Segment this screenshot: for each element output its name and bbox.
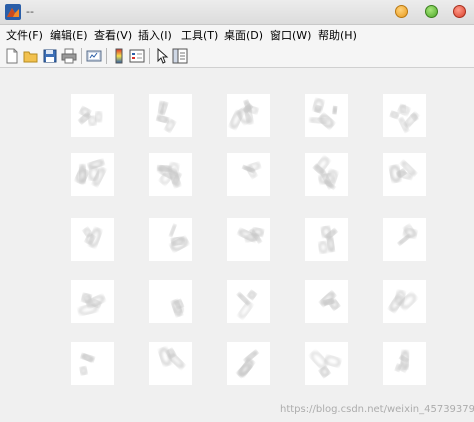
menu-window[interactable]: 窗口(W) — [270, 27, 311, 43]
image-tile — [227, 280, 270, 323]
close-button[interactable] — [453, 5, 466, 18]
image-tile — [71, 218, 114, 261]
image-tile — [227, 153, 270, 196]
property-editor-icon[interactable] — [171, 47, 189, 65]
menu-bar: 文件(F) 编辑(E) 查看(V) 插入(I) 工具(T) 桌面(D) 窗口(W… — [0, 25, 474, 44]
print-icon[interactable] — [60, 47, 78, 65]
toolbar-separator — [81, 48, 82, 64]
new-file-icon[interactable] — [3, 47, 21, 65]
image-tile — [305, 218, 348, 261]
menu-edit[interactable]: 编辑(E) — [50, 27, 88, 43]
image-tile — [149, 94, 192, 137]
image-tile — [149, 342, 192, 385]
toolbar — [0, 44, 474, 68]
image-tile — [305, 153, 348, 196]
link-figure-icon[interactable] — [85, 47, 103, 65]
menu-file[interactable]: 文件(F) — [6, 27, 43, 43]
image-tile — [149, 153, 192, 196]
image-tile — [149, 218, 192, 261]
menu-help[interactable]: 帮助(H) — [318, 27, 357, 43]
legend-icon[interactable] — [128, 47, 146, 65]
figure-window: -- 文件(F) 编辑(E) 查看(V) 插入(I) 工具(T) 桌面(D) 窗… — [0, 0, 474, 422]
image-tile — [227, 218, 270, 261]
image-tile — [305, 342, 348, 385]
pointer-arrow-icon[interactable] — [153, 47, 171, 65]
window-title: -- — [26, 5, 34, 18]
image-tile — [149, 280, 192, 323]
image-tile — [383, 94, 426, 137]
image-tile — [71, 94, 114, 137]
colorbar-icon[interactable] — [110, 47, 128, 65]
menu-view[interactable]: 查看(V) — [94, 27, 132, 43]
image-tile — [71, 153, 114, 196]
image-tile — [71, 280, 114, 323]
image-tile — [227, 94, 270, 137]
matlab-figure-icon — [5, 4, 21, 20]
title-bar[interactable]: -- — [0, 0, 474, 25]
image-tile — [305, 94, 348, 137]
save-disk-icon[interactable] — [41, 47, 59, 65]
menu-tools[interactable]: 工具(T) — [181, 27, 218, 43]
menu-insert[interactable]: 插入(I) — [138, 27, 172, 43]
image-tile — [305, 280, 348, 323]
minimize-button[interactable] — [395, 5, 408, 18]
image-tile — [71, 342, 114, 385]
image-tile — [383, 218, 426, 261]
image-tile — [383, 342, 426, 385]
maximize-button[interactable] — [425, 5, 438, 18]
image-tile — [227, 342, 270, 385]
watermark-text: https://blog.csdn.net/weixin_45739379 — [280, 404, 474, 415]
menu-desktop[interactable]: 桌面(D) — [224, 27, 263, 43]
image-tile — [383, 153, 426, 196]
image-tile — [383, 280, 426, 323]
figure-canvas — [3, 70, 471, 419]
open-folder-icon[interactable] — [22, 47, 40, 65]
toolbar-separator — [149, 48, 150, 64]
toolbar-separator — [106, 48, 107, 64]
